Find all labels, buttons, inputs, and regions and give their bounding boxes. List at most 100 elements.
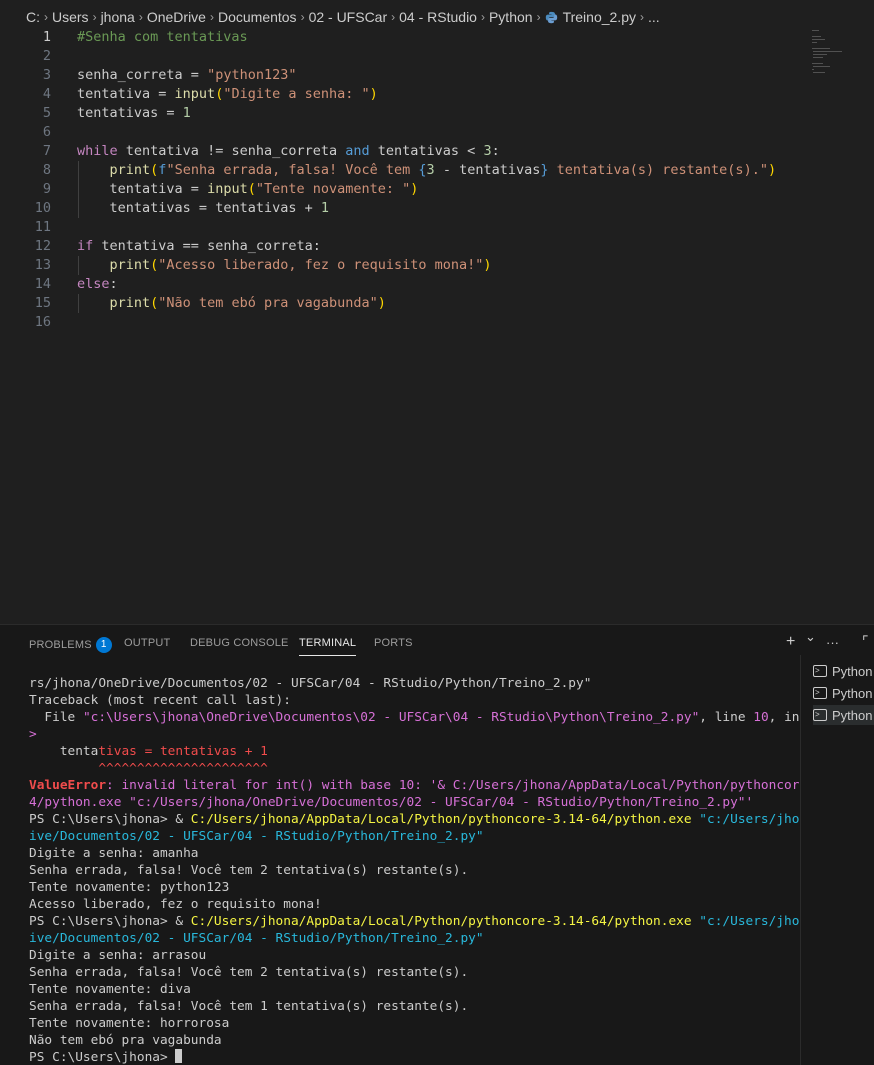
code-token: = (158, 86, 175, 102)
code-line[interactable]: 15 print("Não tem ebó pra vagabunda") (0, 294, 800, 313)
terminal-text: 10 (753, 710, 769, 725)
code-line[interactable]: 4 tentativa = input("Digite a senha: ") (0, 85, 800, 104)
terminal-cursor (175, 1049, 183, 1063)
terminal-line: Digite a senha: arrasou (29, 947, 206, 964)
terminal-line: File "c:\Users\jhona\OneDrive\Documentos… (29, 709, 800, 726)
minimap-line (813, 72, 826, 73)
terminal-line: Acesso liberado, fez o requisito mona! (29, 896, 322, 913)
terminal-icon: > (813, 687, 827, 699)
chevron-right-icon: › (536, 10, 541, 24)
code-editor[interactable]: 1 #Senha com tentativas 2 3 senha_correta = … (0, 28, 874, 624)
tab-debug-console[interactable]: DEBUG CONSOLE (190, 637, 289, 649)
tab-output[interactable]: OUTPUT (124, 637, 170, 649)
line-source: #Senha com tentativas (77, 28, 248, 47)
line-number: 6 (42, 124, 51, 140)
code-token: : (312, 238, 321, 254)
terminal-text: : invalid literal for int() with base 10… (106, 778, 800, 793)
tab-label: PORTS (374, 637, 413, 649)
breadcrumb-item[interactable]: OneDrive (147, 9, 206, 25)
line-number: 13 (34, 257, 51, 273)
terminal-line: Senha errada, falsa! Você tem 2 tentativ… (29, 964, 468, 981)
code-token: "Acesso liberado, fez o requisito mona!" (158, 257, 484, 273)
tab-problems[interactable]: PROBLEMS 1 (29, 637, 112, 653)
terminal-text: tivas = tentativas + 1 (98, 744, 268, 759)
code-line[interactable]: 5 tentativas = 1 (0, 104, 800, 123)
breadcrumb-item[interactable]: Users (52, 9, 89, 25)
chevron-right-icon: › (391, 10, 396, 24)
split-panel-icon[interactable]: ⌜ (862, 633, 869, 650)
breadcrumb-item[interactable]: Documentos (218, 9, 297, 25)
chevron-down-icon[interactable]: ⌄ (805, 629, 816, 645)
breadcrumb-item[interactable]: jhona (101, 9, 135, 25)
code-line[interactable]: 13 print("Acesso liberado, fez o requisi… (0, 256, 800, 275)
breadcrumb-more[interactable]: ... (648, 9, 660, 25)
minimap[interactable] (812, 28, 862, 108)
code-line[interactable]: 8 print(f"Senha errada, falsa! Você tem … (0, 161, 800, 180)
code-line[interactable]: 10 tentativas = tentativas + 1 (0, 199, 800, 218)
terminal-text: "c:/Users/jhona/OneDr (699, 812, 800, 827)
terminal-text: tenta (29, 744, 99, 759)
code-token: tentativa (77, 181, 191, 197)
code-line[interactable]: 11 (0, 218, 800, 237)
terminal-session-item[interactable]: > Python (813, 683, 874, 703)
terminal-session-label: Python (832, 685, 873, 701)
code-line[interactable]: 7 while tentativa != senha_correta and te… (0, 142, 800, 161)
code-line[interactable]: 12 if tentativa == senha_correta: (0, 237, 800, 256)
line-number: 2 (42, 48, 51, 64)
terminal-line: Tente novamente: python123 (29, 879, 229, 896)
line-number: 14 (34, 276, 51, 292)
tab-terminal[interactable]: TERMINAL (299, 637, 357, 656)
terminal-text: > (29, 727, 37, 742)
terminal-text: Digite a senha: arrasou (29, 948, 207, 963)
minimap-line (812, 30, 820, 31)
breadcrumb-item[interactable]: Treino_2.py (563, 9, 636, 25)
code-token: tentativa(s) restante(s)." (548, 162, 768, 178)
code-line[interactable]: 9 tentativa = input("Tente novamente: ") (0, 180, 800, 199)
more-actions-button[interactable]: ··· (826, 635, 839, 650)
code-token: input (174, 86, 216, 102)
terminal-output[interactable]: rs/jhona/OneDrive/Documentos/02 - UFSCar… (0, 675, 800, 1065)
terminal-session-item[interactable]: > Python (813, 661, 874, 681)
code-token: "Digite a senha: " (223, 86, 370, 102)
code-token: print (109, 257, 151, 273)
line-number: 9 (42, 181, 51, 197)
terminal-text: , in (768, 710, 800, 725)
breadcrumb-item[interactable]: Python (489, 9, 533, 25)
tab-ports[interactable]: PORTS (374, 637, 413, 649)
code-token: = (190, 181, 208, 197)
terminal-session-item[interactable]: > Python (813, 705, 874, 725)
terminal-text: Tente novamente: python123 (29, 880, 230, 895)
code-token: tentativas (77, 105, 167, 121)
chevron-right-icon: › (138, 10, 143, 24)
terminal-line: ^^^^^^^^^^^^^^^^^^^^^^ (29, 760, 268, 777)
breadcrumb-item[interactable]: 02 - UFSCar (309, 9, 388, 25)
terminal-icon: > (813, 709, 827, 721)
chevron-right-icon: › (639, 10, 644, 24)
code-token: tentativas (215, 200, 305, 216)
tab-label: PROBLEMS (29, 639, 92, 651)
new-terminal-button[interactable]: + (786, 633, 795, 651)
code-token: } (540, 162, 549, 178)
code-line[interactable]: 1 #Senha com tentativas (0, 28, 800, 47)
minimap-line (813, 57, 823, 58)
code-line[interactable]: 16 (0, 313, 800, 332)
chevron-right-icon: › (300, 10, 305, 24)
terminal-text: Tente novamente: horrorosa (29, 1016, 230, 1031)
line-number: 11 (34, 219, 51, 235)
code-line[interactable]: 3 senha_correta = "python123" (0, 66, 800, 85)
breadcrumb-item[interactable]: 04 - RStudio (399, 9, 477, 25)
code-token: 1 (182, 105, 191, 121)
terminal-line: Tente novamente: diva (29, 981, 191, 998)
terminal-line: rs/jhona/OneDrive/Documentos/02 - UFSCar… (29, 675, 591, 692)
chevron-right-icon: › (480, 10, 485, 24)
breadcrumb-item[interactable]: C: (26, 9, 40, 25)
code-line[interactable]: 14 else: (0, 275, 800, 294)
code-line[interactable]: 2 (0, 47, 800, 66)
code-token: tentativas (377, 143, 468, 159)
line-source: tentativas = 1 (77, 104, 191, 123)
terminal-text: "c:\Users\jhona\OneDrive\Documentos\02 -… (82, 710, 700, 725)
line-source: else: (77, 275, 118, 294)
minimap-line (813, 54, 827, 55)
terminal-text: PS C:\Users\jhona> & (29, 812, 191, 827)
code-line[interactable]: 6 (0, 123, 800, 142)
